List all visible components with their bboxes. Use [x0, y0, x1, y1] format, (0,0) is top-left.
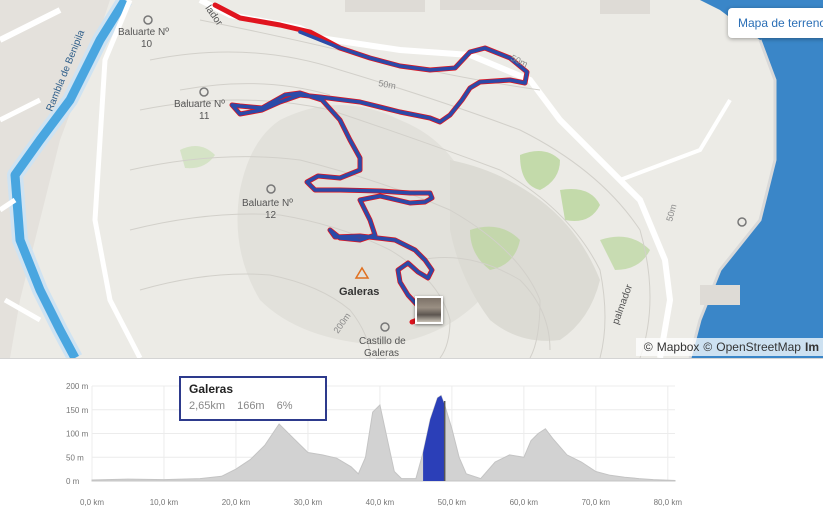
- x-tick-label: 80,0 km: [654, 498, 683, 507]
- y-tick-label: 150 m: [66, 406, 89, 415]
- attribution-osm-link[interactable]: OpenStreetMap: [716, 340, 801, 356]
- contour-label: 50m: [664, 203, 678, 223]
- map-view[interactable]: lador Rambla de Benipila palmador Baluar…: [0, 0, 823, 358]
- y-tick-label: 50 m: [66, 453, 84, 462]
- map-attribution: © Mapbox © OpenStreetMap Im: [635, 338, 823, 356]
- poi-label-baluarte-10-num: 10: [141, 39, 153, 50]
- y-tick-label: 100 m: [66, 430, 89, 439]
- elevation-chart[interactable]: 200 m 150 m 100 m 50 m 0 m 0,0 km 10,0 km 20,0…: [0, 359, 823, 519]
- segment-grade: 6%: [276, 400, 293, 412]
- segment-elevation: 166m: [237, 400, 265, 412]
- poi-label-baluarte-12: Baluarte Nº: [242, 198, 293, 209]
- poi-label-galeras: Galeras: [339, 286, 379, 298]
- x-tick-label: 0,0 km: [80, 498, 104, 507]
- photo-image: [417, 298, 441, 322]
- x-tick-label: 40,0 km: [366, 498, 395, 507]
- poi-baluarte-10-marker: [143, 15, 153, 25]
- x-tick-label: 30,0 km: [294, 498, 323, 507]
- poi-label-baluarte-11-num: 11: [199, 111, 210, 122]
- copyright-symbol: ©: [703, 340, 713, 354]
- segment-info-box: Galeras 2,65km 166m 6%: [179, 376, 327, 421]
- x-tick-label: 50,0 km: [438, 498, 467, 507]
- map-type-button[interactable]: Mapa de terreno: [728, 8, 823, 38]
- poi-label-baluarte-12-num: 12: [265, 210, 277, 221]
- poi-baluarte-11-marker: [199, 87, 209, 97]
- contour-label: 50m: [378, 78, 397, 91]
- segment-distance: 2,65km: [189, 400, 226, 412]
- photo-thumbnail[interactable]: [415, 296, 443, 324]
- poi-label-baluarte-10: Baluarte Nº: [118, 27, 169, 38]
- poi-label-baluarte-11: Baluarte Nº: [174, 99, 225, 110]
- street-label-right: palmador: [610, 282, 635, 326]
- copyright-symbol: ©: [643, 340, 653, 354]
- poi-label-castillo: Castillo de: [359, 336, 406, 347]
- attribution-mapbox-link[interactable]: Mapbox: [657, 340, 700, 356]
- attribution-improve-link[interactable]: Im: [805, 340, 819, 356]
- y-tick-label: 0 m: [66, 477, 80, 486]
- x-tick-label: 70,0 km: [582, 498, 611, 507]
- map-canvas[interactable]: lador Rambla de Benipila palmador Baluar…: [0, 0, 823, 358]
- x-tick-label: 20,0 km: [222, 498, 251, 507]
- x-tick-label: 60,0 km: [510, 498, 539, 507]
- y-tick-label: 200 m: [66, 382, 89, 391]
- poi-label-castillo-2: Galeras: [364, 348, 399, 358]
- poi-marker: [737, 217, 747, 227]
- elevation-profile[interactable]: 200 m 150 m 100 m 50 m 0 m 0,0 km 10,0 km 20,0…: [0, 359, 823, 519]
- x-tick-label: 10,0 km: [150, 498, 179, 507]
- segment-title: Galeras: [189, 382, 234, 396]
